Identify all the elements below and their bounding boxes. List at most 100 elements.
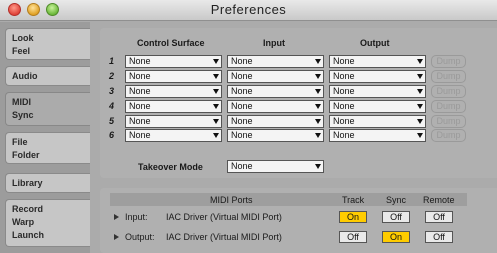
output-select[interactable]: None [329, 85, 426, 98]
output-value: None [333, 101, 355, 111]
control-surface-select[interactable]: None [125, 55, 222, 68]
midi-sync-preferences: Control Surface Input Output 1 None None… [90, 22, 497, 253]
input-value: None [231, 116, 253, 126]
tab-label: Library [12, 178, 43, 188]
port-direction: Input: [125, 212, 148, 222]
control-surface-value: None [129, 71, 151, 81]
tab-label: File [12, 137, 28, 147]
control-surface-value: None [129, 130, 151, 140]
chevron-down-icon [315, 119, 321, 124]
chevron-down-icon [213, 59, 219, 64]
surface-row-number: 4 [109, 101, 115, 111]
surface-row-number: 5 [109, 116, 115, 126]
chevron-down-icon [417, 89, 423, 94]
control-surface-select[interactable]: None [125, 115, 222, 128]
chevron-down-icon [213, 133, 219, 138]
track-toggle[interactable]: On [339, 211, 367, 223]
chevron-down-icon [417, 133, 423, 138]
chevron-down-icon [315, 89, 321, 94]
tab-label: Sync [12, 110, 34, 120]
chevron-down-icon [315, 104, 321, 109]
port-direction: Output: [125, 232, 155, 242]
dump-button[interactable]: Dump [431, 55, 466, 68]
chevron-down-icon [213, 74, 219, 79]
control-surface-value: None [129, 56, 151, 66]
input-select[interactable]: None [227, 129, 324, 142]
surface-row-number: 6 [109, 130, 115, 140]
control-surface-select[interactable]: None [125, 129, 222, 142]
preferences-tabs: Look Feel Audio MIDI Sync File Folder Li… [0, 22, 95, 253]
control-surface-value: None [129, 101, 151, 111]
dump-button[interactable]: Dump [431, 70, 466, 83]
chevron-down-icon [315, 74, 321, 79]
chevron-down-icon [315, 164, 321, 169]
chevron-down-icon [417, 74, 423, 79]
output-value: None [333, 86, 355, 96]
expand-port-triangle-icon[interactable] [114, 214, 119, 220]
tab-label: MIDI [12, 97, 31, 107]
control-surface-select[interactable]: None [125, 70, 222, 83]
input-select[interactable]: None [227, 100, 324, 113]
dump-button[interactable]: Dump [431, 100, 466, 113]
dump-button[interactable]: Dump [431, 115, 466, 128]
input-select[interactable]: None [227, 55, 324, 68]
input-select[interactable]: None [227, 115, 324, 128]
tab-library[interactable]: Library [5, 173, 90, 193]
control-surface-value: None [129, 86, 151, 96]
track-toggle[interactable]: Off [339, 231, 367, 243]
chevron-down-icon [213, 104, 219, 109]
input-select[interactable]: None [227, 70, 324, 83]
chevron-down-icon [417, 59, 423, 64]
tab-label: Warp [12, 217, 35, 227]
chevron-down-icon [417, 104, 423, 109]
output-value: None [333, 56, 355, 66]
port-name: IAC Driver (Virtual MIDI Port) [166, 232, 282, 242]
remote-toggle[interactable]: Off [425, 231, 453, 243]
output-select[interactable]: None [329, 70, 426, 83]
input-header: Input [263, 38, 285, 48]
dump-button[interactable]: Dump [431, 85, 466, 98]
sync-header: Sync [386, 195, 407, 205]
control-surface-value: None [129, 116, 151, 126]
midi-ports-header-bar: MIDI Ports Track Sync Remote [110, 193, 467, 206]
output-select[interactable]: None [329, 129, 426, 142]
midi-ports-header: MIDI Ports [210, 195, 253, 205]
expand-port-triangle-icon[interactable] [114, 234, 119, 240]
window-title: Preferences [210, 2, 287, 17]
tab-midi-sync[interactable]: MIDI Sync [5, 92, 95, 126]
output-select[interactable]: None [329, 55, 426, 68]
output-select[interactable]: None [329, 100, 426, 113]
tab-label: Folder [12, 150, 40, 160]
dump-button[interactable]: Dump [431, 129, 466, 142]
input-select[interactable]: None [227, 85, 324, 98]
chevron-down-icon [417, 119, 423, 124]
tab-label: Look [12, 33, 34, 43]
remote-header: Remote [423, 195, 455, 205]
sync-toggle[interactable]: On [382, 231, 410, 243]
tab-record-warp-launch[interactable]: Record Warp Launch [5, 199, 90, 247]
surface-row-number: 2 [109, 71, 115, 81]
sync-toggle[interactable]: Off [382, 211, 410, 223]
surface-row-number: 3 [109, 86, 115, 96]
input-value: None [231, 101, 253, 111]
input-value: None [231, 86, 253, 96]
tab-file-folder[interactable]: File Folder [5, 132, 90, 164]
tab-label: Record [12, 204, 44, 214]
control-surface-select[interactable]: None [125, 85, 222, 98]
chevron-down-icon [213, 89, 219, 94]
output-value: None [333, 130, 355, 140]
takeover-mode-value: None [231, 161, 253, 171]
track-header: Track [342, 195, 365, 205]
surface-row-number: 1 [109, 56, 115, 66]
control-surface-select[interactable]: None [125, 100, 222, 113]
takeover-mode-select[interactable]: None [227, 160, 324, 173]
output-header: Output [360, 38, 390, 48]
port-name: IAC Driver (Virtual MIDI Port) [166, 212, 282, 222]
remote-toggle[interactable]: Off [425, 211, 453, 223]
tab-audio[interactable]: Audio [5, 66, 90, 86]
tab-look-feel[interactable]: Look Feel [5, 28, 90, 60]
chevron-down-icon [315, 133, 321, 138]
output-value: None [333, 71, 355, 81]
output-select[interactable]: None [329, 115, 426, 128]
chevron-down-icon [315, 59, 321, 64]
